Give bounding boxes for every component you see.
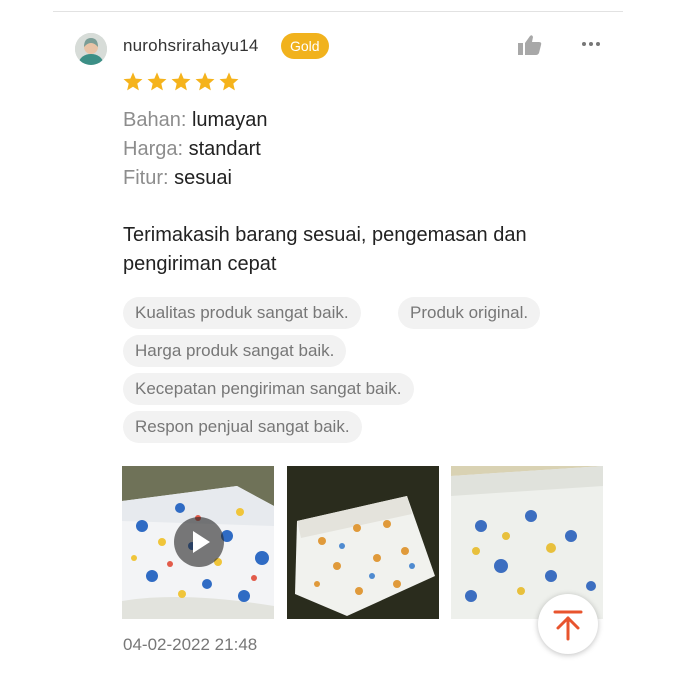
tag-respon[interactable]: Respon penjual sangat baik. <box>123 411 362 443</box>
attribute-fitur: Fitur: sesuai <box>123 167 232 190</box>
avatar[interactable] <box>75 33 107 65</box>
review-timestamp: 04-02-2022 21:48 <box>123 635 258 654</box>
attribute-value: sesuai <box>174 167 232 189</box>
review-photo-2[interactable] <box>287 466 439 619</box>
more-dots-icon <box>582 42 600 46</box>
attribute-key: Harga: <box>123 138 184 160</box>
more-options-button[interactable] <box>580 36 604 52</box>
like-button[interactable] <box>517 34 543 56</box>
thumbs-up-icon <box>518 35 542 55</box>
star-icon <box>195 72 215 91</box>
tag-kualitas[interactable]: Kualitas produk sangat baik. <box>123 297 361 329</box>
attribute-value: standart <box>188 138 261 160</box>
star-icon <box>147 72 167 91</box>
tag-harga[interactable]: Harga produk sangat baik. <box>123 335 347 367</box>
star-icon <box>123 72 143 91</box>
star-icon <box>171 72 191 91</box>
review-text: Terimakasih barang sesuai, pengemasan da… <box>123 224 527 275</box>
play-icon <box>193 531 210 553</box>
attribute-key: Fitur: <box>123 167 169 189</box>
arrow-up-to-top-icon <box>553 610 583 641</box>
reviewer-username[interactable]: nurohsrirahayu14 <box>123 36 259 56</box>
attribute-harga: Harga: standart <box>123 138 261 161</box>
gold-badge: Gold <box>281 33 329 59</box>
top-divider <box>53 11 623 12</box>
play-button[interactable] <box>174 517 224 567</box>
attribute-bahan: Bahan: lumayan <box>123 109 268 132</box>
attribute-key: Bahan: <box>123 109 187 131</box>
review-video-thumbnail[interactable] <box>122 466 274 619</box>
tag-kecepatan[interactable]: Kecepatan pengiriman sangat baik. <box>123 373 414 405</box>
back-to-top-button[interactable] <box>538 594 598 654</box>
attribute-value: lumayan <box>191 109 268 131</box>
star-rating <box>122 71 240 95</box>
tag-original[interactable]: Produk original. <box>398 297 541 329</box>
star-icon <box>219 72 239 91</box>
